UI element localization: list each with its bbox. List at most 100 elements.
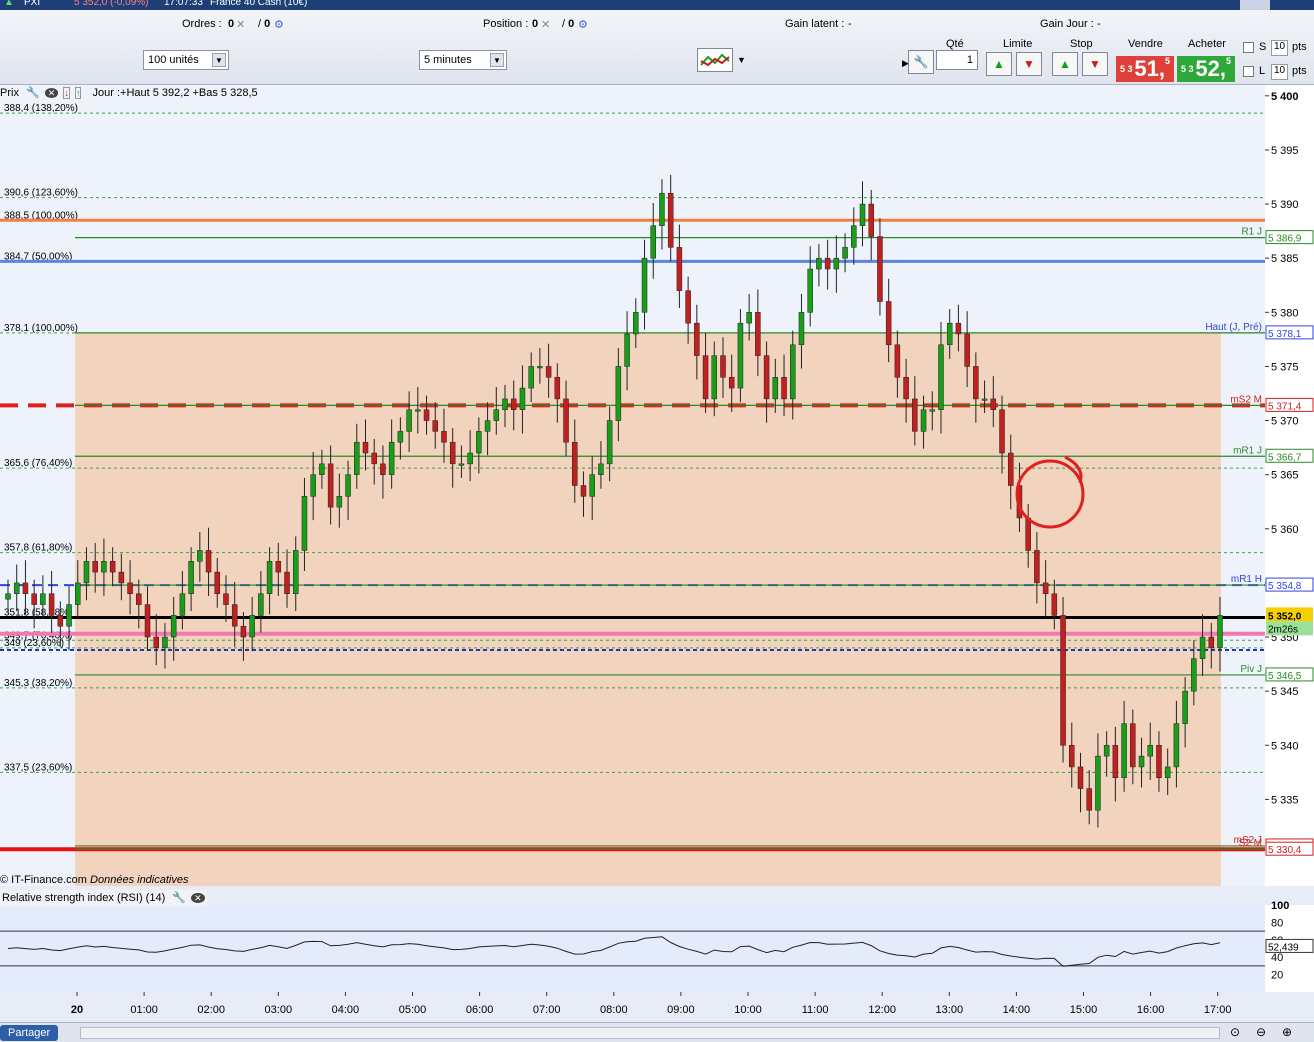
stop-buy-button[interactable]: ▲ bbox=[1052, 52, 1078, 76]
rsi-axis-label: 40 bbox=[1271, 952, 1283, 964]
units-select[interactable]: 100 unités ▼ bbox=[143, 50, 229, 70]
price-chart[interactable]: 5 400 5 395 5 390 5 385 5 380 5 375 5 370 5 365… bbox=[0, 85, 1314, 1022]
chart-type-dropdown-icon[interactable]: ▼ bbox=[737, 55, 746, 65]
candle-body bbox=[109, 561, 116, 573]
symbol: PXI bbox=[24, 0, 41, 8]
candle-body bbox=[484, 420, 491, 432]
candle-body bbox=[1086, 788, 1092, 811]
candle-body bbox=[973, 366, 979, 400]
pivot-value: 5 346,5 bbox=[1268, 671, 1302, 682]
candle-body bbox=[188, 561, 194, 594]
pivot-value: 5 330,4 bbox=[1268, 845, 1302, 856]
credit-text: © IT-Finance.com bbox=[0, 874, 87, 886]
arrow-down-icon[interactable]: ↓ bbox=[63, 87, 70, 99]
rsi-pane-header: Relative strength index (RSI) (14) 🔧 ✕ bbox=[0, 890, 207, 906]
chart-type-button[interactable] bbox=[697, 48, 733, 72]
candle-body bbox=[406, 409, 412, 432]
chevron-down-icon: ▼ bbox=[490, 53, 504, 67]
sell-button[interactable]: 5 3 51,5 bbox=[1116, 56, 1174, 82]
limit-points-input[interactable]: 10 bbox=[1271, 64, 1288, 80]
candle-body bbox=[467, 452, 473, 465]
candle-body bbox=[1138, 755, 1145, 768]
horizontal-scrollbar[interactable] bbox=[80, 1027, 1220, 1039]
price-axis-label: 5 370 bbox=[1271, 416, 1299, 428]
timeframe-select[interactable]: 5 minutes ▼ bbox=[419, 50, 507, 70]
qty-input[interactable]: 1 bbox=[936, 50, 978, 70]
close-icon[interactable]: ✕ bbox=[44, 88, 59, 98]
candle-body bbox=[162, 636, 168, 649]
stop-check-label: S bbox=[1259, 41, 1267, 53]
chevron-down-icon: ▼ bbox=[212, 53, 226, 67]
candle-body bbox=[231, 604, 238, 627]
candle-body bbox=[502, 398, 508, 410]
candle-body bbox=[1077, 766, 1084, 789]
orders-close-icon[interactable]: ✕ bbox=[236, 18, 245, 31]
candle-body bbox=[214, 571, 221, 594]
instrument-name: France 40 Cash (10€) bbox=[210, 0, 308, 8]
arrow-up-icon[interactable]: ↑ bbox=[74, 87, 82, 99]
candle-body bbox=[772, 377, 779, 400]
orders-count-2: 0 bbox=[264, 18, 271, 30]
candle-body bbox=[240, 625, 247, 638]
zoom-in-icon[interactable]: ⊕ bbox=[1282, 1025, 1292, 1039]
pivot-name: mR1 J bbox=[1233, 445, 1262, 456]
limit-checkbox[interactable] bbox=[1243, 66, 1254, 77]
candle-body bbox=[903, 377, 909, 400]
wrench-icon[interactable]: 🔧 bbox=[908, 50, 934, 74]
zoom-reset-icon[interactable]: ⊙ bbox=[1230, 1025, 1240, 1039]
candle-body bbox=[615, 366, 622, 421]
candle-body bbox=[554, 377, 561, 400]
candle-body bbox=[920, 409, 927, 432]
time-axis-label: 14:00 bbox=[1003, 1004, 1031, 1016]
candle-body bbox=[685, 290, 691, 324]
pivot-value: 5 366,7 bbox=[1268, 452, 1302, 463]
candle-body bbox=[266, 561, 273, 594]
candle-body bbox=[1007, 452, 1014, 486]
candle-body bbox=[397, 431, 404, 443]
candle-body bbox=[1051, 593, 1058, 616]
candle-body bbox=[1095, 755, 1101, 811]
candle-body bbox=[258, 593, 264, 616]
candle-body bbox=[493, 409, 500, 421]
level-label: 349 (23,60%) bbox=[4, 638, 64, 649]
price-axis-label: 5 340 bbox=[1271, 740, 1299, 752]
candle-body bbox=[781, 377, 787, 400]
candle-body bbox=[650, 225, 656, 259]
candle-body bbox=[763, 355, 770, 400]
candle-body bbox=[327, 463, 334, 508]
share-button[interactable]: Partager bbox=[0, 1025, 59, 1041]
candle-body bbox=[423, 409, 430, 421]
pivot-value: 5 378,1 bbox=[1268, 329, 1302, 340]
day-range-info: Jour :+Haut 5 392,2 +Bas 5 328,5 bbox=[92, 87, 258, 99]
limit-sell-button[interactable]: ▼ bbox=[1016, 52, 1042, 76]
sell-label: Vendre bbox=[1128, 38, 1163, 50]
position-gear-icon[interactable]: ⚙ bbox=[578, 18, 588, 31]
candle-body bbox=[938, 344, 944, 410]
position-count-2: 0 bbox=[568, 18, 575, 30]
candle-body bbox=[1034, 550, 1040, 584]
orders-gear-icon[interactable]: ⚙ bbox=[274, 18, 284, 31]
buy-button[interactable]: 5 3 52,5 bbox=[1177, 56, 1235, 82]
candle-body bbox=[624, 333, 630, 367]
stop-points-input[interactable]: 10 bbox=[1271, 40, 1288, 56]
stop-sell-button[interactable]: ▼ bbox=[1082, 52, 1108, 76]
candle-body bbox=[946, 322, 953, 346]
candle-body bbox=[476, 431, 482, 454]
limit-buy-button[interactable]: ▲ bbox=[986, 52, 1012, 76]
candle-body bbox=[362, 441, 369, 454]
close-icon[interactable]: ✕ bbox=[191, 893, 205, 903]
wrench-icon[interactable]: 🔧 bbox=[26, 87, 40, 99]
stop-checkbox[interactable] bbox=[1243, 42, 1254, 53]
candle-body bbox=[284, 571, 290, 594]
wrench-icon[interactable]: 🔧 bbox=[172, 892, 186, 904]
rsi-title: Relative strength index (RSI) (14) bbox=[2, 892, 166, 904]
candle-body bbox=[40, 593, 46, 605]
position-close-icon[interactable]: ✕ bbox=[541, 18, 550, 31]
candle-body bbox=[633, 312, 639, 335]
candle-body bbox=[1112, 745, 1119, 779]
candle-body bbox=[641, 257, 648, 313]
candle-body bbox=[292, 550, 299, 594]
zoom-out-icon[interactable]: ⊖ bbox=[1256, 1025, 1266, 1039]
window-button[interactable] bbox=[1240, 0, 1270, 10]
gain-jour-value: - bbox=[1097, 18, 1101, 30]
